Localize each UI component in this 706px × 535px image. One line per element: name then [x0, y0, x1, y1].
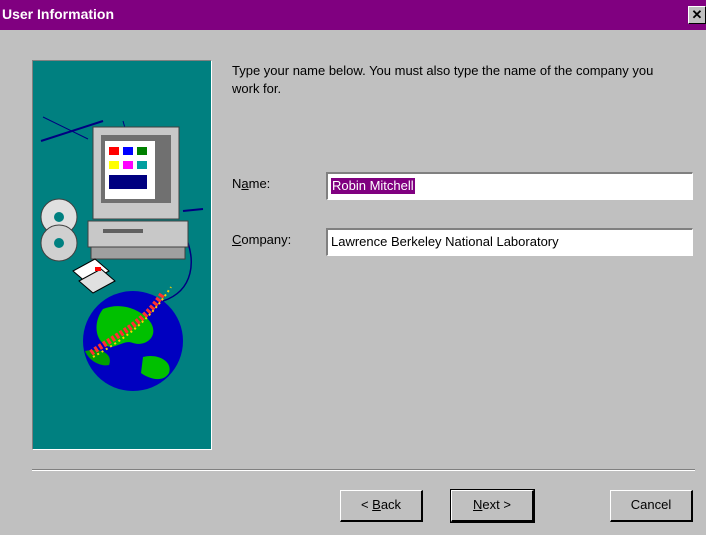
name-label-part1: N [232, 176, 242, 191]
back-button[interactable]: < Back [340, 490, 423, 522]
cd-icon [40, 198, 78, 262]
name-input[interactable]: Robin Mitchell [326, 172, 693, 200]
name-label-accel: a [241, 176, 249, 191]
company-label: Company: [232, 232, 291, 247]
back-button-rest: ack [380, 497, 402, 512]
setup-illustration [32, 60, 212, 450]
next-button[interactable]: Next > [450, 489, 535, 523]
company-label-accel: C [232, 232, 242, 247]
globe-icon [83, 286, 183, 391]
cancel-button[interactable]: Cancel [610, 490, 693, 522]
button-separator [32, 469, 695, 471]
back-button-accel: B [372, 497, 381, 512]
next-button-accel: N [473, 497, 483, 512]
close-button[interactable]: ✕ [688, 6, 706, 24]
window-title: User Information [2, 6, 115, 22]
name-label-part2: me: [248, 176, 271, 191]
back-button-prefix: < [360, 497, 373, 512]
next-button-rest: ext > [482, 497, 511, 512]
name-label: Name: [232, 176, 270, 191]
company-input-value: Lawrence Berkeley National Laboratory [331, 234, 559, 249]
instructions-text: Type your name below. You must also type… [232, 63, 654, 96]
title-bar[interactable]: User Information ✕ [0, 0, 706, 30]
computer-icon [87, 126, 189, 260]
company-label-part2: ompany: [241, 232, 292, 247]
setup-dialog: User Information ✕ Type your name below.… [0, 0, 706, 535]
company-input[interactable]: Lawrence Berkeley National Laboratory [326, 228, 693, 256]
floppy-icon [72, 258, 116, 294]
name-input-value: Robin Mitchell [331, 178, 415, 194]
